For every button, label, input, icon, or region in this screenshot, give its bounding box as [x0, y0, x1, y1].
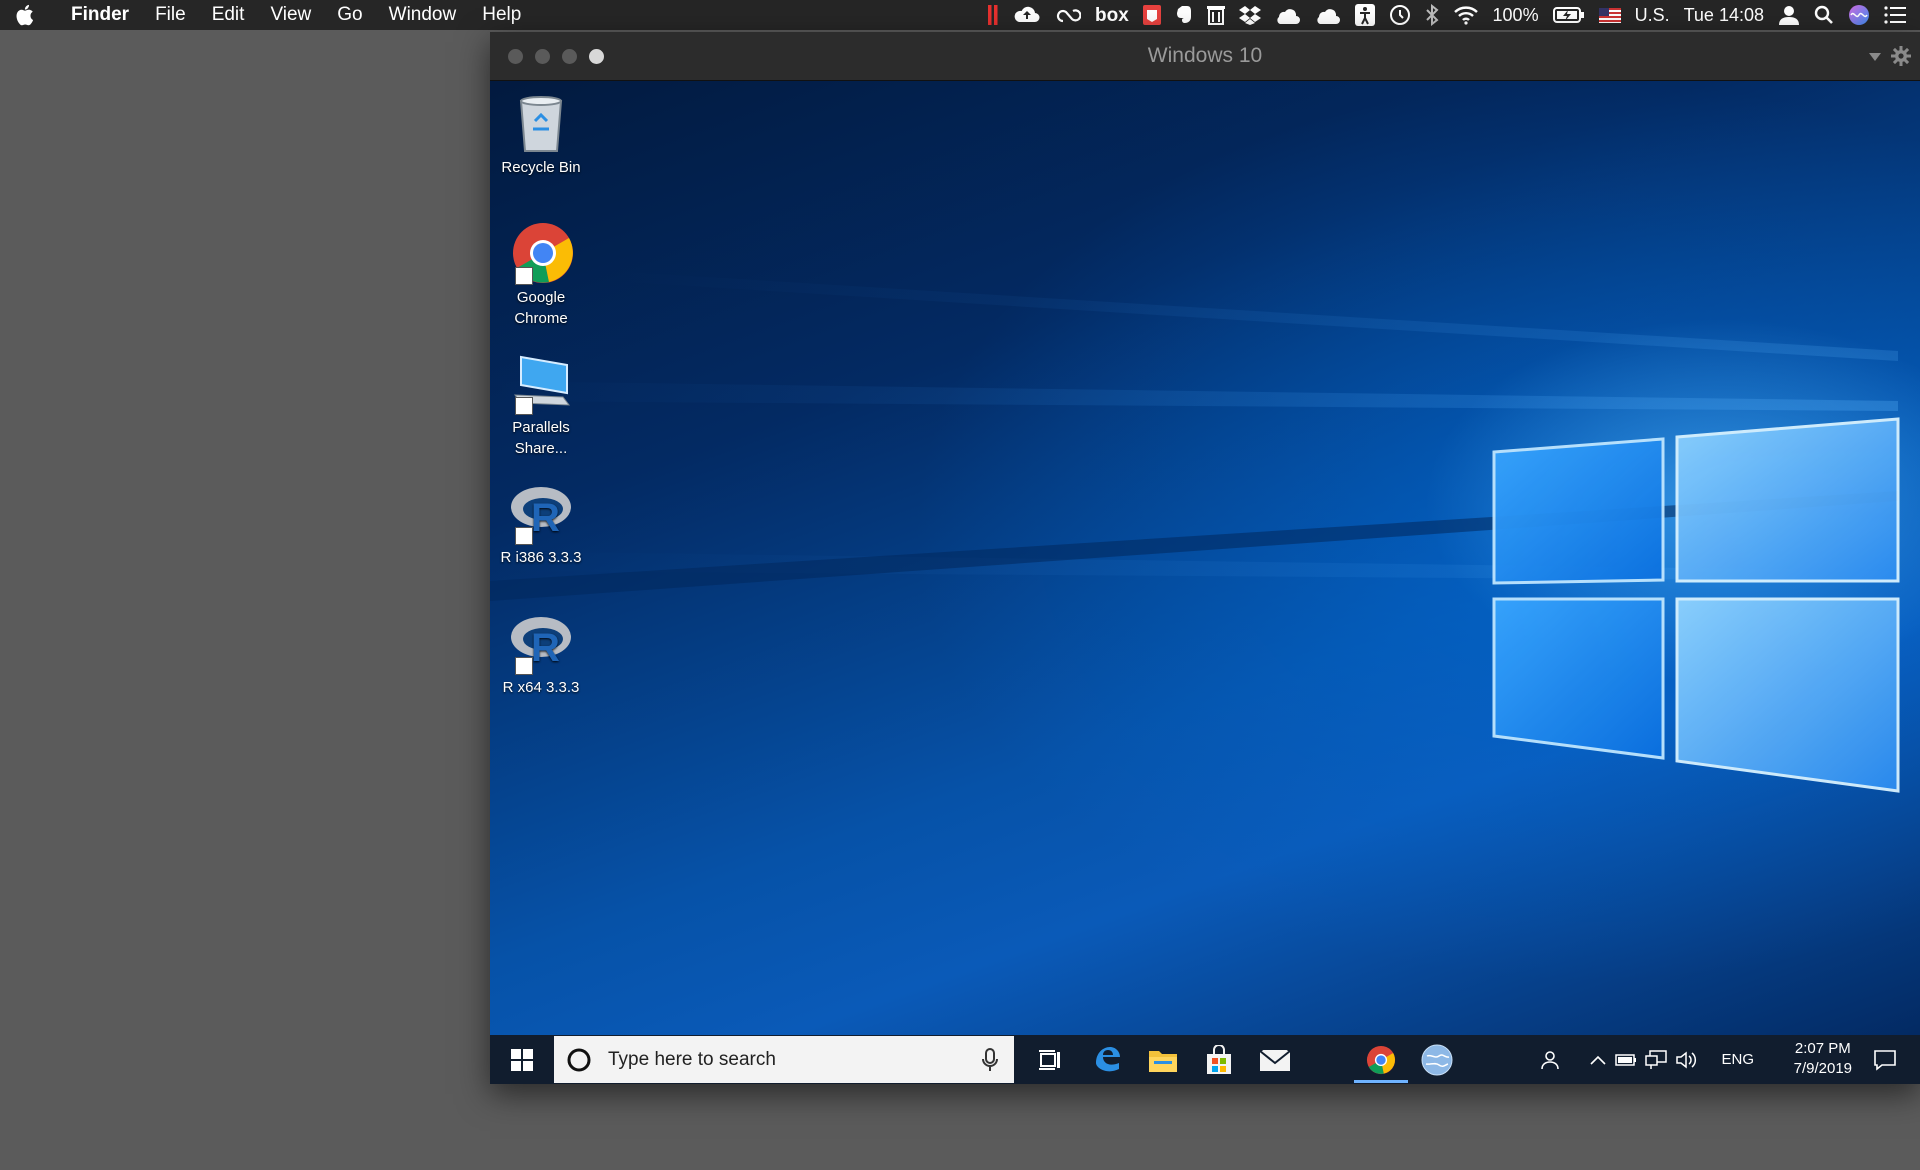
desktop-icon-recycle-bin[interactable]: Recycle Bin — [492, 91, 590, 178]
menu-file[interactable]: File — [142, 4, 199, 26]
onedrive-icon[interactable] — [1275, 0, 1301, 30]
taskbar-date: 7/9/2019 — [1793, 1060, 1852, 1077]
shortcut-arrow-icon — [515, 397, 533, 415]
user-icon[interactable] — [1778, 0, 1800, 30]
shortcut-arrow-icon — [515, 527, 533, 545]
chrome-icon — [509, 221, 573, 285]
mail-icon — [1259, 1049, 1291, 1071]
desktop-icon-google-chrome[interactable]: Google Chrome — [492, 221, 590, 329]
trash-status-icon[interactable] — [1206, 0, 1225, 30]
task-view-button[interactable] — [1024, 1035, 1078, 1084]
pocket-icon[interactable] — [1142, 0, 1161, 30]
desktop-icon-label: R x64 3.3.3 — [502, 679, 580, 696]
active-app-indicator — [1354, 1080, 1408, 1083]
start-button[interactable] — [496, 1035, 548, 1084]
search-input[interactable]: Type here to search — [608, 1036, 776, 1083]
mail-button[interactable] — [1248, 1035, 1302, 1084]
store-button[interactable] — [1192, 1035, 1246, 1084]
menu-help[interactable]: Help — [469, 4, 534, 26]
vm-titlebar[interactable]: Windows 10 — [490, 32, 1920, 81]
cloud-icon[interactable] — [1315, 0, 1341, 30]
bluetooth-icon[interactable] — [1425, 0, 1439, 30]
battery-icon[interactable] — [1552, 0, 1585, 30]
cortana-icon — [567, 1048, 591, 1072]
r-logo-icon: R — [509, 481, 573, 545]
r-logo-icon: R — [509, 611, 573, 675]
microphone-icon — [982, 1048, 998, 1071]
windows-10-wallpaper — [490, 271, 1900, 793]
network-tray-icon[interactable] — [1642, 1035, 1670, 1084]
windows-desktop[interactable]: Recycle Bin Google Chrome Parallels Shar… — [490, 81, 1920, 1035]
parallels-status-icon[interactable] — [987, 0, 999, 30]
input-source-label[interactable]: U.S. — [1635, 0, 1670, 30]
apple-menu-icon[interactable] — [14, 3, 38, 27]
chrome-icon — [1366, 1045, 1396, 1074]
desktop-icon-label: Parallels Share... — [512, 419, 570, 457]
creative-cloud-icon[interactable] — [1055, 0, 1081, 30]
menu-view[interactable]: View — [257, 4, 324, 26]
mac-menubar: Finder File Edit View Go Window Help box — [0, 0, 1920, 30]
chrome-taskbar-button[interactable] — [1354, 1035, 1408, 1084]
battery-tray-icon[interactable] — [1612, 1035, 1640, 1084]
battery-percent[interactable]: 100% — [1493, 0, 1539, 30]
desktop-icon-r-x64[interactable]: R R x64 3.3.3 — [492, 611, 590, 698]
windows-taskbar: Type here to search ENG 2:07 PM 7/9/2019 — [490, 1035, 1920, 1084]
menu-finder[interactable]: Finder — [58, 4, 142, 26]
action-center-button[interactable] — [1860, 1035, 1910, 1084]
parallels-tools-button[interactable] — [1410, 1035, 1464, 1084]
volume-tray-icon[interactable] — [1672, 1035, 1700, 1084]
edge-taskbar-button[interactable] — [1080, 1035, 1134, 1084]
menu-window[interactable]: Window — [376, 4, 470, 26]
chevron-down-icon[interactable] — [1866, 47, 1884, 65]
svg-text:R: R — [531, 496, 560, 540]
desktop-icon-r-i386[interactable]: R R i386 3.3.3 — [492, 481, 590, 568]
svg-text:R: R — [531, 626, 560, 670]
spotlight-search-icon[interactable] — [1814, 0, 1834, 30]
parallels-share-icon — [509, 351, 573, 415]
accessibility-icon[interactable] — [1354, 0, 1375, 30]
desktop-icon-label: R i386 3.3.3 — [500, 549, 582, 566]
taskbar-search-box[interactable]: Type here to search — [554, 1036, 1014, 1083]
show-hidden-icons-chevron-icon[interactable] — [1586, 1035, 1610, 1084]
shortcut-arrow-icon — [515, 267, 533, 285]
folder-icon — [1149, 1050, 1177, 1072]
menu-go[interactable]: Go — [324, 4, 375, 26]
action-center-icon — [1874, 1049, 1896, 1071]
time-machine-icon[interactable] — [1389, 0, 1411, 30]
desktop-icon-parallels-share[interactable]: Parallels Share... — [492, 351, 590, 459]
menubar-clock[interactable]: Tue 14:08 — [1684, 0, 1764, 30]
shortcut-arrow-icon — [515, 657, 533, 675]
siri-icon[interactable] — [1848, 0, 1870, 30]
edge-icon — [1096, 1046, 1120, 1071]
wifi-icon[interactable] — [1453, 0, 1479, 30]
dropbox-icon[interactable] — [1238, 0, 1261, 30]
box-icon[interactable]: box — [1095, 0, 1129, 30]
file-explorer-button[interactable] — [1136, 1035, 1190, 1084]
globe-icon — [1421, 1044, 1453, 1075]
gear-icon[interactable] — [1890, 45, 1912, 67]
evernote-icon[interactable] — [1175, 0, 1193, 30]
language-indicator[interactable]: ENG — [1721, 1035, 1754, 1084]
recycle-bin-icon — [509, 91, 573, 155]
taskbar-clock[interactable]: 2:07 PM 7/9/2019 — [1794, 1039, 1852, 1079]
menu-edit[interactable]: Edit — [199, 4, 258, 26]
taskbar-time: 2:07 PM — [1794, 1040, 1851, 1057]
desktop-icon-label: Recycle Bin — [501, 159, 581, 176]
notification-center-icon[interactable] — [1884, 0, 1906, 30]
vm-window-title: Windows 10 — [1147, 44, 1263, 67]
us-flag-icon[interactable] — [1598, 0, 1621, 30]
cloud-upload-icon[interactable] — [1013, 0, 1041, 30]
store-bag-icon — [1207, 1044, 1231, 1074]
svg-text:box: box — [1095, 5, 1129, 25]
parallels-vm-window: Windows 10 Recycle Bin Google Chrome Par… — [490, 32, 1920, 1084]
windows-logo-icon — [511, 1048, 533, 1071]
desktop-icon-label: Google Chrome — [514, 289, 568, 327]
people-icon[interactable] — [1530, 1035, 1570, 1084]
task-view-icon — [1039, 1049, 1060, 1070]
